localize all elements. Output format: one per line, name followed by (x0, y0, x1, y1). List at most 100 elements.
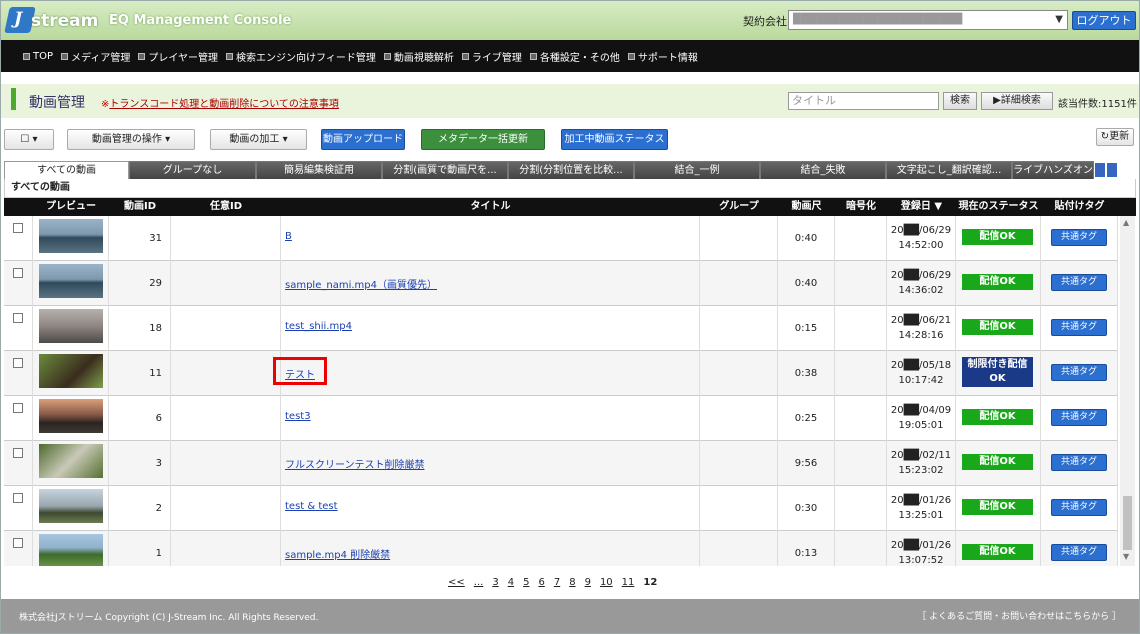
row-checkbox[interactable] (13, 448, 23, 458)
tab-transcription[interactable]: 文字起こし_翻訳確認... (886, 161, 1012, 179)
processing-status-button[interactable]: 加工中動画ステータス (561, 129, 668, 150)
common-tag-button[interactable]: 共通タグ (1051, 544, 1107, 561)
col-title[interactable]: タイトル (281, 198, 700, 216)
row-checkbox[interactable] (13, 313, 23, 323)
contract-select[interactable]: ██████████████████████ ▼ (788, 10, 1068, 30)
video-thumbnail[interactable] (39, 444, 103, 478)
video-thumbnail[interactable] (39, 399, 103, 433)
table-row[interactable]: 1 sample.mp4 削除厳禁 0:13 20██/01/26 13:07:52 配信… (4, 531, 1118, 566)
common-tag-button[interactable]: 共通タグ (1051, 409, 1107, 426)
preview-cell (33, 351, 109, 396)
nav-item-top[interactable]: TOP (23, 51, 53, 62)
table-row[interactable]: 11 テスト 0:38 20██/05/18 10:17:42 制限付き配信OK 共通タグ (4, 351, 1118, 396)
video-thumbnail[interactable] (39, 219, 103, 253)
page-link[interactable]: 3 (492, 577, 498, 588)
video-thumbnail[interactable] (39, 534, 103, 566)
refresh-button[interactable]: ↻更新 (1096, 128, 1134, 146)
page-first[interactable]: << (448, 577, 465, 588)
tab-join-example[interactable]: 結合_一例 (634, 161, 760, 179)
tab-split-position[interactable]: 分割(分割位置を比較... (508, 161, 634, 179)
logout-button[interactable]: ログアウト (1072, 11, 1136, 30)
common-tag-button[interactable]: 共通タグ (1051, 499, 1107, 516)
nav-item-live[interactable]: ライブ管理 (461, 49, 522, 64)
help-link[interactable]: ［ よくあるご質問・お問い合わせはこちらから ］ (917, 609, 1121, 622)
page-link[interactable]: 5 (523, 577, 529, 588)
video-title-link[interactable]: sample.mp4 削除厳禁 (285, 546, 390, 561)
tab-scroll-right-icon[interactable] (1107, 163, 1117, 177)
table-row[interactable]: 2 test & test 0:30 20██/01/26 13:25:01 配信OK 共通… (4, 486, 1118, 531)
tab-simple-edit[interactable]: 簡易編集検証用 (256, 161, 382, 179)
upload-button[interactable]: 動画アップロード (321, 129, 405, 150)
col-group[interactable]: グループ (700, 198, 778, 216)
page-link[interactable]: 8 (569, 577, 575, 588)
tab-scroll-left-icon[interactable] (1095, 163, 1105, 177)
video-title-link[interactable]: フルスクリーンテスト削除厳禁 (285, 456, 425, 471)
title-search-input[interactable]: タイトル (788, 92, 939, 110)
page-link[interactable]: 6 (538, 577, 544, 588)
col-encryption[interactable]: 暗号化 (835, 198, 887, 216)
advanced-search-button[interactable]: ▶詳細検索 (981, 92, 1053, 110)
col-duration[interactable]: 動画尺 (778, 198, 835, 216)
row-checkbox[interactable] (13, 493, 23, 503)
common-tag-button[interactable]: 共通タグ (1051, 274, 1107, 291)
video-title-link[interactable]: sample_nami.mp4（画質優先） (285, 276, 437, 291)
col-custom-id[interactable]: 任意ID (171, 198, 281, 216)
video-title-link[interactable]: test_shii.mp4 (285, 321, 352, 332)
common-tag-button[interactable]: 共通タグ (1051, 319, 1107, 336)
search-button[interactable]: 検索 (943, 92, 977, 110)
nav-item-support[interactable]: サポート情報 (627, 49, 698, 64)
metadata-update-button[interactable]: メタデータ一括更新 (421, 129, 545, 150)
jstream-logo[interactable]: J stream (4, 7, 98, 33)
page-ellipsis[interactable]: ... (474, 577, 484, 588)
row-checkbox[interactable] (13, 358, 23, 368)
common-tag-button[interactable]: 共通タグ (1051, 229, 1107, 246)
video-thumbnail[interactable] (39, 264, 103, 298)
video-thumbnail[interactable] (39, 309, 103, 343)
video-id: 18 (109, 306, 171, 351)
nav-item-player[interactable]: プレイヤー管理 (138, 49, 218, 64)
scroll-down-icon[interactable]: ▼ (1123, 552, 1129, 561)
notice-link[interactable]: トランスコード処理と動画削除についての注意事項 (109, 99, 339, 110)
scrollbar-thumb[interactable] (1123, 496, 1132, 550)
nav-item-feed[interactable]: 検索エンジン向けフィード管理 (226, 49, 376, 64)
nav-item-settings[interactable]: 各種設定・その他 (529, 49, 620, 64)
video-title-link[interactable]: テスト (273, 357, 327, 385)
page-link[interactable]: 7 (554, 577, 560, 588)
row-checkbox[interactable] (13, 223, 23, 233)
col-video-id[interactable]: 動画ID (109, 198, 171, 216)
video-title-link[interactable]: test & test (285, 501, 338, 512)
nav-item-media[interactable]: メディア管理 (61, 49, 130, 64)
page-link[interactable]: 11 (622, 577, 635, 588)
table-row[interactable]: 29 sample_nami.mp4（画質優先） 0:40 20██/06/29 14:… (4, 261, 1118, 306)
video-title-link[interactable]: B (285, 231, 292, 242)
table-row[interactable]: 3 フルスクリーンテスト削除厳禁 9:56 20██/02/11 15:23:02 配信O… (4, 441, 1118, 486)
table-row[interactable]: 18 test_shii.mp4 0:15 20██/06/21 14:28:16 配信O… (4, 306, 1118, 351)
tab-join-fail[interactable]: 結合_失敗 (760, 161, 886, 179)
video-edit-dropdown[interactable]: 動画の加工 ▾ (210, 129, 307, 150)
page-link[interactable]: 4 (508, 577, 514, 588)
page-link[interactable]: 9 (585, 577, 591, 588)
col-registered-date[interactable]: 登録日 ▼ (887, 198, 956, 216)
nav-item-analytics[interactable]: 動画視聴解析 (383, 49, 454, 64)
table-row[interactable]: 31 B 0:40 20██/06/29 14:52:00 配信OK 共通タグ (4, 216, 1118, 261)
page-link[interactable]: 10 (600, 577, 613, 588)
table-scrollbar[interactable]: ▲ ▼ (1120, 216, 1135, 566)
table-row[interactable]: 6 test3 0:25 20██/04/09 19:05:01 配信OK 共通タグ (4, 396, 1118, 441)
tab-live-handson[interactable]: ライブハンズオン (1012, 161, 1094, 179)
row-checkbox[interactable] (13, 268, 23, 278)
video-thumbnail[interactable] (39, 489, 103, 523)
tab-all[interactable]: すべての動画 (4, 161, 129, 179)
common-tag-button[interactable]: 共通タグ (1051, 454, 1107, 471)
scroll-up-icon[interactable]: ▲ (1123, 218, 1129, 227)
col-status[interactable]: 現在のステータス (956, 198, 1041, 216)
video-title-link[interactable]: test3 (285, 411, 311, 422)
video-thumbnail[interactable] (39, 354, 103, 388)
row-checkbox[interactable] (13, 538, 23, 548)
time-text: 13:07:52 (898, 555, 944, 566)
common-tag-button[interactable]: 共通タグ (1051, 364, 1107, 381)
row-checkbox[interactable] (13, 403, 23, 413)
bulk-select-dropdown[interactable]: ☐ ▾ (4, 129, 54, 150)
video-ops-dropdown[interactable]: 動画管理の操作 ▾ (67, 129, 195, 150)
tab-split-quality[interactable]: 分割(画質で動画尺を... (382, 161, 508, 179)
tab-no-group[interactable]: グループなし (129, 161, 256, 179)
